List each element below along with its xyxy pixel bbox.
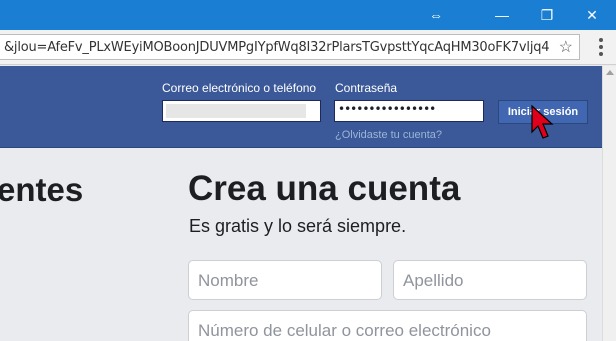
browser-toolbar: &jlou=AfeFv_PLxWEyiMOBoonJDUVMPgIYpfWq8I… (0, 30, 616, 65)
contact-field[interactable]: Número de celular o correo electrónico (188, 310, 587, 341)
password-value: •••••••••••••••• (338, 102, 436, 116)
page-title: Crea una cuenta (188, 169, 461, 208)
email-field[interactable] (162, 100, 321, 122)
page-subtitle: Es gratis y lo será siempre. (189, 216, 407, 236)
page-content: Correo electrónico o teléfono Contraseña… (0, 66, 602, 341)
scroll-up-icon[interactable] (606, 70, 614, 75)
password-label: Contraseña (335, 81, 398, 95)
contact-placeholder: Número de celular o correo electrónico (198, 321, 491, 340)
vertical-scrollbar[interactable] (602, 66, 616, 341)
last-name-placeholder: Apellido (403, 271, 464, 290)
first-name-placeholder: Nombre (198, 271, 259, 290)
window-titlebar: ⇔ — ❐ ✕ (0, 0, 616, 30)
restore-button[interactable]: ❐ (535, 0, 559, 30)
login-header: Correo electrónico o teléfono Contraseña… (0, 66, 602, 148)
mouse-cursor-icon (531, 104, 554, 139)
address-bar[interactable]: &jlou=AfeFv_PLxWEyiMOBoonJDUVMPgIYpfWq8I… (0, 34, 580, 60)
resize-arrows-icon: ⇔ (429, 7, 443, 23)
last-name-field[interactable]: Apellido (393, 260, 587, 300)
first-name-field[interactable]: Nombre (188, 260, 382, 300)
browser-menu-icon[interactable] (592, 37, 610, 57)
left-heading: entes (0, 171, 84, 208)
url-text[interactable]: &jlou=AfeFv_PLxWEyiMOBoonJDUVMPgIYpfWq8I… (4, 40, 549, 55)
forgot-account-link[interactable]: ¿Olvidaste tu cuenta? (335, 129, 442, 141)
email-label: Correo electrónico o teléfono (162, 81, 317, 95)
bookmark-star-icon[interactable]: ☆ (559, 37, 573, 57)
close-button[interactable]: ✕ (580, 0, 604, 30)
password-field[interactable]: •••••••••••••••• (334, 100, 484, 122)
email-field-value (166, 104, 306, 118)
minimize-button[interactable]: — (490, 0, 514, 30)
